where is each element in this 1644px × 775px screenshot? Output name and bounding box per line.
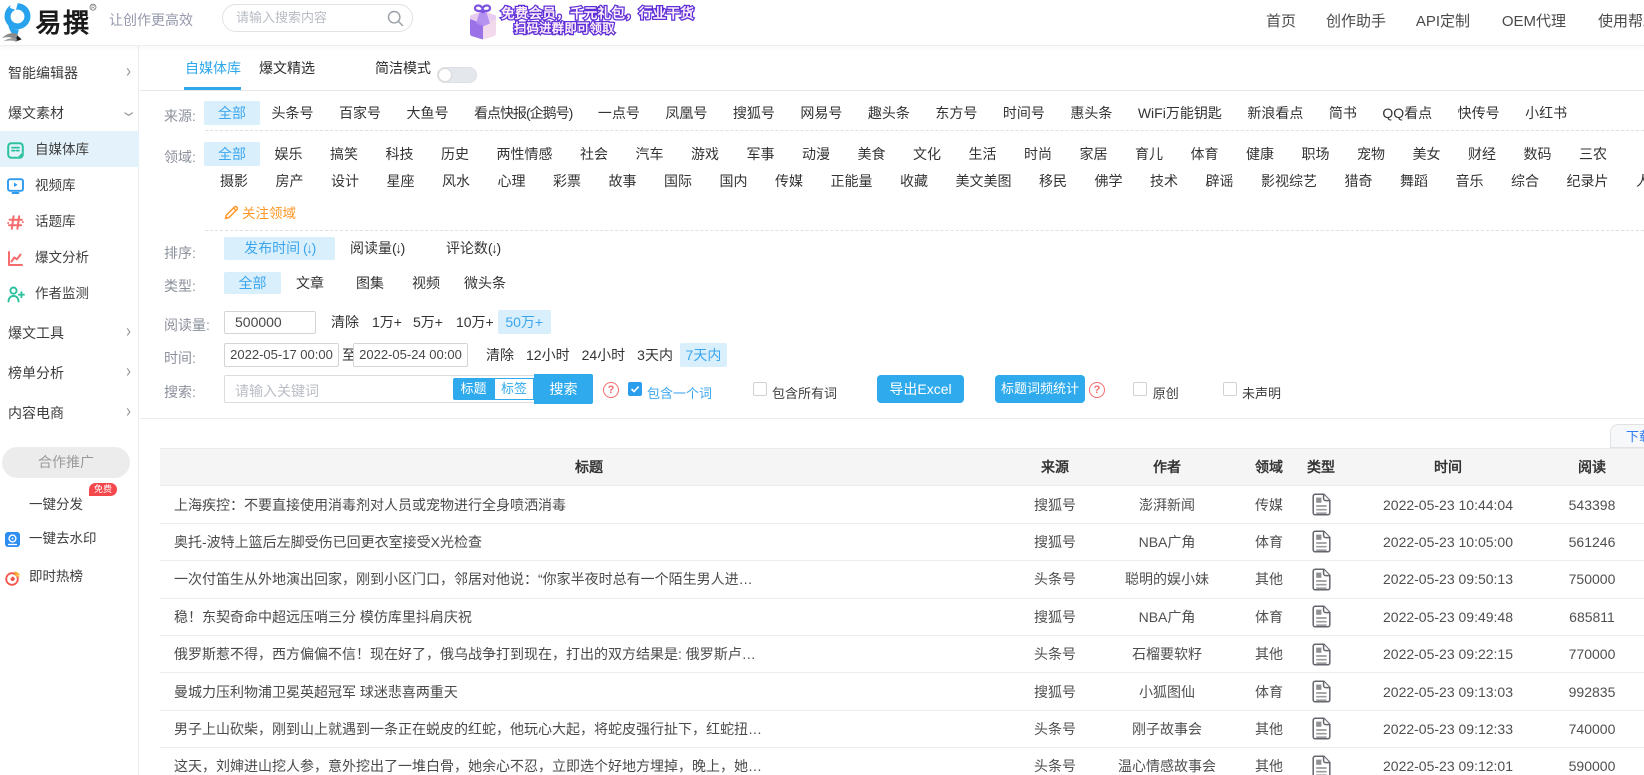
svg-text:免费会员，千元礼包，行业干货: 免费会员，千元礼包，行业干货 (501, 5, 694, 21)
svg-text:易撰: 易撰 (36, 8, 91, 38)
svg-text:R: R (91, 5, 95, 11)
svg-text:扫码进群即可领取: 扫码进群即可领取 (514, 21, 615, 36)
